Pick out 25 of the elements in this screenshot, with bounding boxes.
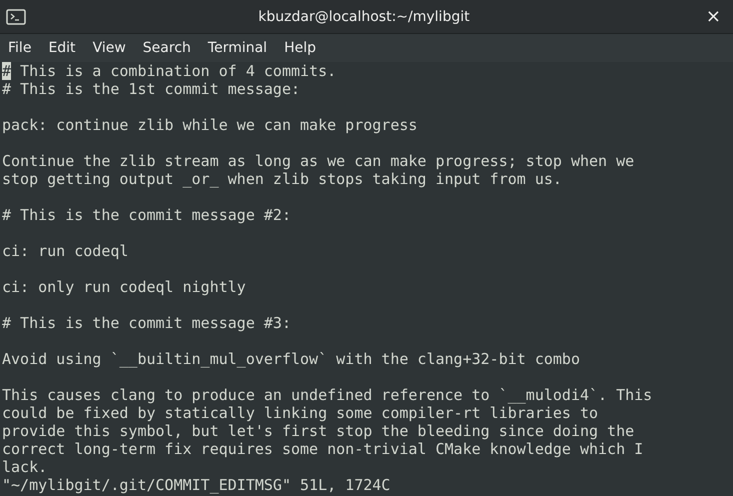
text-line: correct long-term fix requires some non-trivial CMake knowledge which I: [2, 440, 644, 458]
text-line: This causes clang to produce an undefined reference to `__mulodi4`. This: [2, 386, 654, 404]
text-line: could be fixed by statically linking some compiler-rt libraries to: [2, 404, 600, 422]
terminal-icon: [6, 8, 26, 24]
text-line: Continue the zlib stream as long as we can make progress; stop when we: [2, 152, 636, 170]
text-line: ci: run codeql: [2, 242, 130, 260]
menu-item[interactable]: Edit: [48, 40, 76, 56]
window-title: kbuzdar@localhost:~/mylibgit: [257, 8, 471, 24]
status-line: "~/mylibgit/.git/COMMIT_EDITMSG" 51L, 1724C: [2, 476, 392, 494]
text-line: pack: continue zlib while we can make progress: [2, 116, 418, 134]
menu-item[interactable]: View: [92, 40, 126, 56]
text-line: lack.: [2, 458, 48, 476]
text-line: provide this symbol, but let's first stop the bleeding since doing the: [2, 422, 636, 440]
menu-item[interactable]: Search: [142, 40, 191, 56]
text-line: # This is the commit message #3:: [2, 314, 292, 332]
menu-item[interactable]: Terminal: [208, 40, 268, 56]
text-line: ci: only run codeql nightly: [2, 278, 247, 296]
text-line: Avoid using `__builtin_mul_overflow` with the clang+32-bit combo: [2, 350, 581, 368]
menu-item[interactable]: File: [8, 40, 32, 56]
menu-item[interactable]: Help: [284, 40, 316, 56]
text-line: # This is a combination of 4 commits.: [2, 62, 338, 80]
text-line: stop getting output _or_ when zlib stops taking input from us.: [2, 170, 563, 188]
text-line: # This is the 1st commit message:: [2, 80, 302, 98]
text-line: # This is the commit message #2:: [2, 206, 292, 224]
close-button[interactable]: ×: [702, 8, 725, 26]
